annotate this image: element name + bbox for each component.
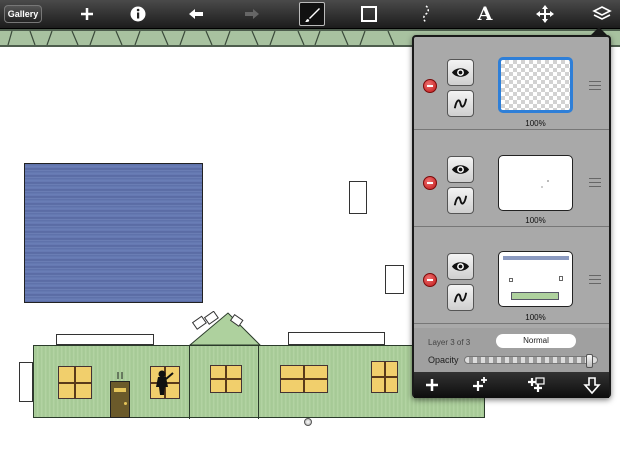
house-window (210, 365, 242, 393)
layer-opacity-label: 100% (525, 313, 546, 322)
layer-opacity-label: 100% (525, 119, 546, 128)
roof-box (288, 332, 385, 345)
undo-icon[interactable] (183, 2, 209, 26)
drag-handle-icon[interactable] (589, 178, 601, 188)
blend-mode-icon[interactable] (447, 187, 474, 214)
drag-handle-icon[interactable] (589, 275, 601, 285)
redo-icon[interactable] (239, 2, 265, 26)
merge-layer-icon[interactable] (526, 375, 546, 395)
blue-rectangle-shape (24, 163, 203, 303)
layer-thumbnail[interactable] (498, 155, 573, 211)
visibility-eye-icon[interactable] (447, 59, 474, 86)
text-icon[interactable]: A (472, 2, 498, 26)
layer-row[interactable]: 100% (414, 231, 609, 324)
delete-layer-button[interactable] (423, 79, 437, 93)
layer-thumbnail[interactable] (498, 57, 573, 113)
layer-row[interactable]: 100% (414, 37, 609, 130)
door-lamp (117, 372, 123, 379)
opacity-slider[interactable] (464, 354, 598, 368)
visibility-eye-icon[interactable] (447, 156, 474, 183)
roof-box (56, 334, 154, 345)
gable-roof (188, 311, 262, 346)
delete-layer-button[interactable] (423, 273, 437, 287)
selection-icon[interactable] (413, 2, 439, 26)
layer-thumbnail[interactable] (498, 251, 573, 307)
silhouette-figure (156, 370, 174, 395)
layers-icon[interactable] (589, 2, 615, 26)
small-rectangle-shape (385, 265, 404, 294)
info-icon[interactable] (125, 2, 151, 26)
move-layer-down-icon[interactable] (582, 375, 602, 395)
top-toolbar: Gallery A (0, 0, 620, 29)
side-rectangle-shape (19, 362, 33, 402)
blend-mode-icon[interactable] (447, 90, 474, 117)
layer-count-label: Layer 3 of 3 (428, 338, 471, 347)
layers-bottom-bar (414, 372, 609, 398)
layer-opacity-label: 100% (525, 216, 546, 225)
gallery-button[interactable]: Gallery (4, 5, 42, 23)
visibility-eye-icon[interactable] (447, 253, 474, 280)
house-window (58, 366, 92, 399)
house-door (110, 381, 130, 418)
delete-layer-button[interactable] (423, 176, 437, 190)
cursor-dot (304, 418, 312, 426)
opacity-slider-knob[interactable] (586, 354, 593, 368)
small-rectangle-shape (349, 181, 367, 214)
brush-icon[interactable] (299, 2, 325, 26)
add-icon[interactable] (74, 2, 100, 26)
transform-icon[interactable] (532, 2, 558, 26)
add-layer-icon[interactable] (422, 375, 442, 395)
layers-panel: 100% 100% 100% Layer 3 of 3 Normal Opaci… (412, 35, 611, 398)
blend-mode-button[interactable]: Normal (496, 334, 576, 348)
layer-row[interactable]: 100% (414, 134, 609, 227)
rectangle-icon[interactable] (356, 2, 382, 26)
house-window (371, 361, 398, 393)
drag-handle-icon[interactable] (589, 81, 601, 91)
opacity-label: Opacity (428, 355, 459, 365)
house-window (280, 365, 328, 393)
layer-info-section: Layer 3 of 3 Normal Opacity (414, 328, 609, 372)
duplicate-layer-icon[interactable] (470, 375, 490, 395)
blend-mode-icon[interactable] (447, 284, 474, 311)
